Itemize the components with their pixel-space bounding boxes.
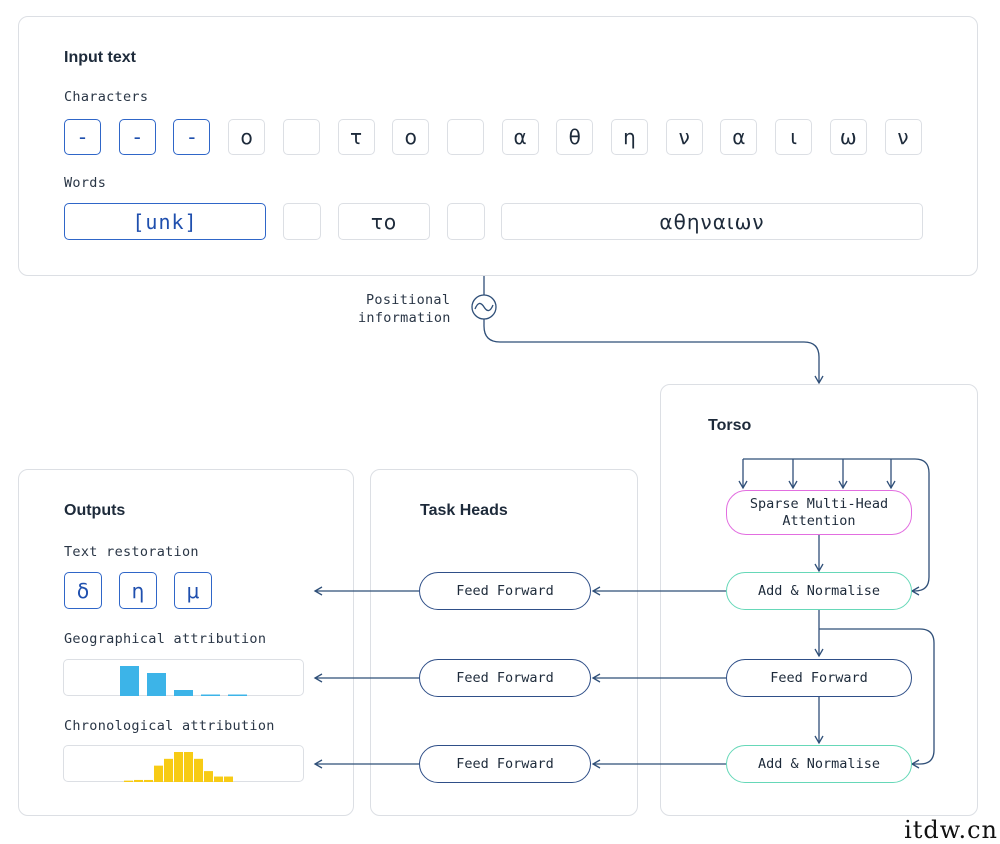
task-head-feed-forward-2: Feed Forward bbox=[419, 659, 591, 697]
add-normalise-node-2: Add & Normalise bbox=[726, 745, 912, 783]
connection-wires bbox=[313, 276, 935, 769]
input-to-torso-wire bbox=[483, 276, 824, 385]
sparse-multi-head-attention-node: Sparse Multi-Head Attention bbox=[726, 490, 912, 535]
task-head-feed-forward-1: Feed Forward bbox=[419, 572, 591, 610]
task-head-feed-forward-3: Feed Forward bbox=[419, 745, 591, 783]
attention-label-line2: Attention bbox=[782, 512, 856, 529]
attention-label-line1: Sparse Multi-Head bbox=[749, 495, 889, 512]
add-normalise-node-1: Add & Normalise bbox=[726, 572, 912, 610]
torso-feed-forward-node: Feed Forward bbox=[726, 659, 912, 697]
